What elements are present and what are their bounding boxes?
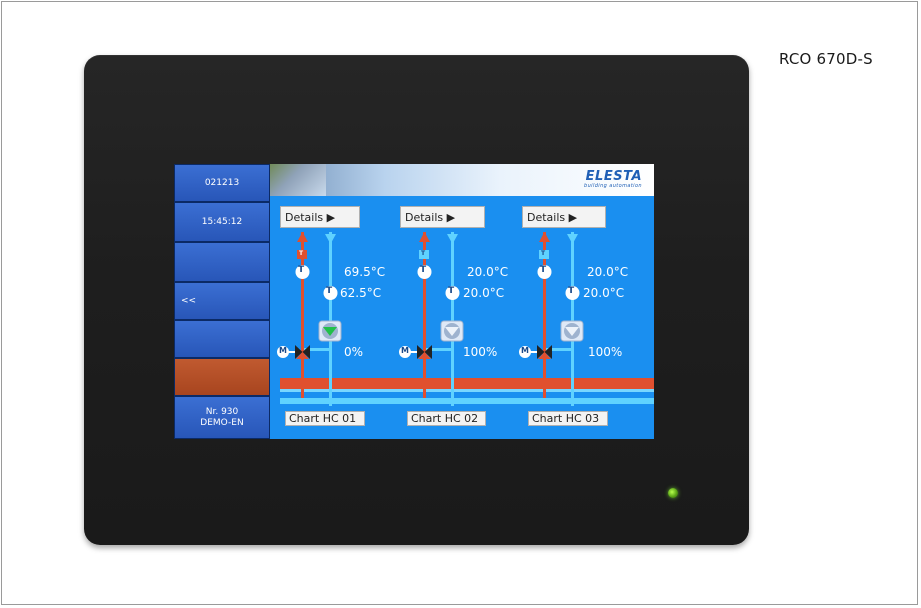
- details-button-hc02[interactable]: Details ▶: [400, 206, 485, 228]
- valve-position-hc03: 100%: [588, 345, 623, 359]
- back-label: <<: [181, 295, 197, 306]
- setpoint-letter-2: T: [421, 250, 426, 257]
- date-button[interactable]: 021213: [174, 164, 270, 202]
- supply-temp-hc01: 69.5°C: [344, 265, 386, 279]
- setpoint-letter-3: T: [541, 250, 546, 257]
- supply-header-pipe: [280, 378, 654, 389]
- banner-photo: [270, 164, 326, 196]
- logo-name: ELESTA: [585, 169, 642, 184]
- details-button-hc03[interactable]: Details ▶: [522, 206, 606, 228]
- setpoint-letter-1: T: [299, 250, 304, 257]
- motor-letter-3: M: [521, 346, 529, 355]
- sensor-letter-1a: T: [298, 265, 305, 275]
- sensor-letter-1b: T: [326, 286, 333, 296]
- return-temp-hc03: 20.0°C: [583, 286, 625, 300]
- supply-arrow-3: [539, 232, 550, 242]
- chart-button-hc03[interactable]: Chart HC 03: [528, 411, 608, 426]
- supply-arrow-2: [419, 232, 430, 242]
- valve-position-hc01: 0%: [344, 345, 364, 359]
- valve-position-hc02: 100%: [463, 345, 498, 359]
- menu-button-blank-1[interactable]: [174, 242, 270, 282]
- sensor-letter-2b: T: [448, 286, 455, 296]
- main-panel: ELESTA building automation T T T M T T T…: [270, 164, 654, 439]
- status-led: [668, 488, 678, 498]
- time-button[interactable]: 15:45:12: [174, 202, 270, 242]
- return-temp-hc01: 62.5°C: [340, 286, 382, 300]
- chart-button-hc02[interactable]: Chart HC 02: [407, 411, 486, 426]
- sensor-letter-3b: T: [568, 286, 575, 296]
- touch-screen: 021213 15:45:12 << Nr. 930 DEMO-EN ELEST…: [174, 164, 654, 439]
- motor-letter-2: M: [401, 346, 409, 355]
- hydraulic-schematic: [277, 232, 654, 406]
- return-arrow-3: [567, 234, 578, 244]
- heating-circuits-diagram: T T T M T T T M T T T M Details ▶ Detail…: [270, 196, 654, 439]
- sensor-letter-2a: T: [420, 265, 427, 275]
- details-button-hc01[interactable]: Details ▶: [280, 206, 360, 228]
- model-label: RCO 670D-S: [779, 50, 873, 68]
- chart-button-hc01[interactable]: Chart HC 01: [285, 411, 365, 426]
- header-banner: ELESTA building automation: [270, 164, 654, 196]
- alarm-button[interactable]: [174, 358, 270, 396]
- return-header-lower: [280, 398, 654, 404]
- supply-arrow-1: [297, 232, 308, 242]
- sidebar: 021213 15:45:12 << Nr. 930 DEMO-EN: [174, 164, 270, 439]
- device-number: Nr. 930: [205, 406, 239, 417]
- logo-tagline: building automation: [584, 183, 642, 189]
- sensor-letter-3a: T: [540, 265, 547, 275]
- menu-button-blank-2[interactable]: [174, 320, 270, 358]
- time-label: 15:45:12: [201, 216, 243, 227]
- return-arrow-2: [447, 234, 458, 244]
- return-pipe-1: [329, 232, 332, 406]
- return-arrow-1: [325, 234, 336, 244]
- device-info-button[interactable]: Nr. 930 DEMO-EN: [174, 396, 270, 439]
- brand-logo: ELESTA building automation: [584, 170, 642, 189]
- return-pipe-3: [571, 232, 574, 406]
- date-label: 021213: [204, 177, 240, 188]
- supply-temp-hc02: 20.0°C: [467, 265, 509, 279]
- return-temp-hc02: 20.0°C: [463, 286, 505, 300]
- return-pipe-2: [451, 232, 454, 406]
- return-header-pipe: [280, 389, 654, 392]
- motor-letter-1: M: [279, 346, 287, 355]
- supply-temp-hc03: 20.0°C: [587, 265, 629, 279]
- back-button[interactable]: <<: [174, 282, 270, 320]
- project-name: DEMO-EN: [200, 417, 244, 428]
